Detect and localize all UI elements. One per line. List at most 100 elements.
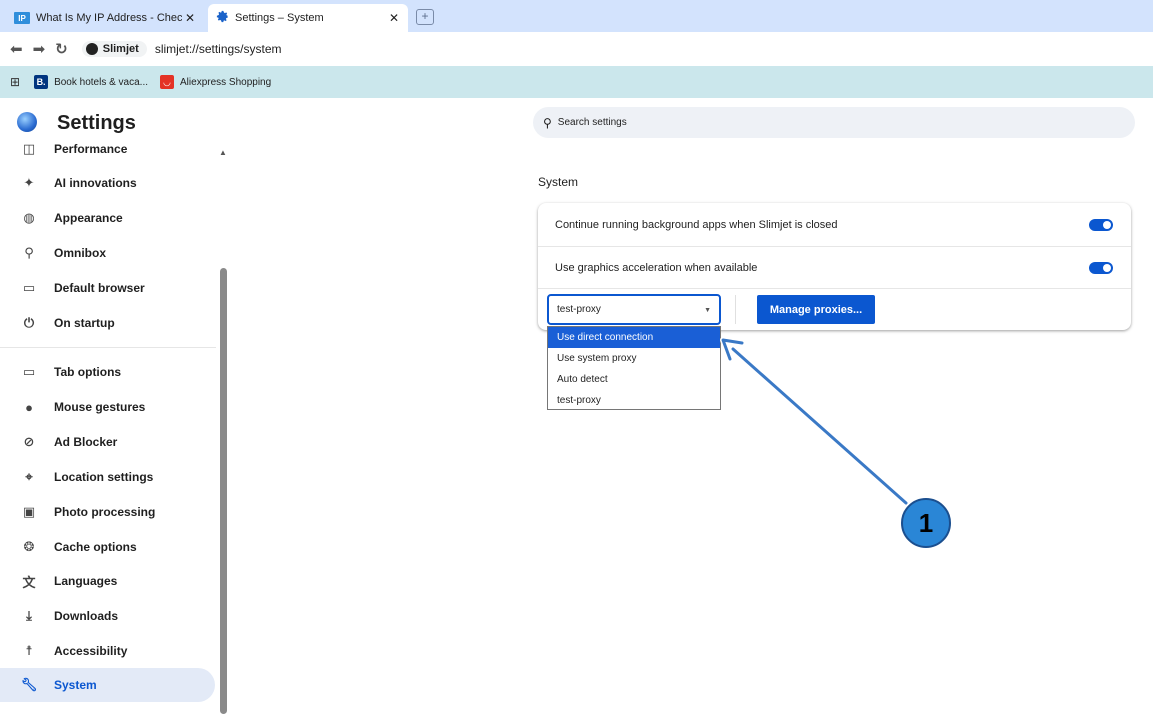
sidebar-item-label: Ad Blocker — [54, 435, 118, 449]
section-title: System — [538, 175, 579, 189]
sidebar-item-label: Location settings — [54, 470, 154, 484]
apps-grid-icon[interactable]: ⊞ — [10, 75, 20, 89]
power-icon: ⏻ — [23, 315, 35, 330]
sidebar-item-accessibility[interactable]: ☨ Accessibility — [0, 634, 215, 668]
forward-arrow-icon[interactable]: ➡ — [33, 40, 46, 58]
close-icon[interactable]: ✕ — [386, 11, 402, 25]
bookmark-label: Aliexpress Shopping — [180, 76, 272, 88]
close-icon[interactable]: ✕ — [182, 11, 198, 25]
palette-icon: ◍ — [23, 210, 35, 225]
browser-window-icon: ▭ — [22, 280, 36, 295]
bookmark-label: Book hotels & vaca... — [54, 76, 149, 88]
graphics-acceleration-row[interactable]: Use graphics acceleration when available — [538, 246, 1131, 289]
graphics-acceleration-toggle[interactable] — [1089, 261, 1113, 274]
bookmark-booking[interactable]: B. Book hotels & vaca... — [34, 75, 148, 89]
proxy-select-value: test-proxy — [557, 304, 601, 315]
sidebar-item-downloads[interactable]: ⤓ Downloads — [0, 599, 215, 633]
ip-favicon-icon: IP — [14, 12, 30, 24]
sidebar: ◫ Performance ✦ AI innovations ◍ Appeara… — [0, 140, 218, 714]
proxy-option-test-proxy[interactable]: test-proxy — [548, 390, 720, 411]
sidebar-item-omnibox[interactable]: ⚲ Omnibox — [0, 236, 215, 270]
tab-settings-system[interactable]: Settings – System ✕ — [208, 4, 408, 32]
sidebar-item-ad-blocker[interactable]: ⊘ Ad Blocker — [0, 425, 215, 459]
proxy-select[interactable]: test-proxy ▼ — [547, 294, 721, 325]
tab-icon: ▭ — [22, 364, 36, 379]
sidebar-item-appearance[interactable]: ◍ Appearance — [0, 201, 215, 235]
sidebar-divider — [0, 347, 216, 348]
wrench-icon: 🔧︎ — [20, 677, 38, 692]
mouse-icon: ● — [25, 399, 33, 415]
search-icon: ⚲ — [543, 115, 552, 130]
sidebar-item-languages[interactable]: 文 Languages — [0, 564, 215, 598]
row-divider — [538, 288, 1131, 289]
cookie-icon: ❂ — [23, 539, 35, 554]
graphics-acceleration-label: Use graphics acceleration when available — [555, 261, 758, 274]
chevron-down-icon: ▼ — [704, 307, 711, 314]
divider — [735, 295, 736, 324]
bookmarks-bar: ⊞ B. Book hotels & vaca... ◡ Aliexpress … — [0, 66, 1153, 98]
proxy-option-auto-detect[interactable]: Auto detect — [548, 369, 720, 390]
sparkle-icon: ✦ — [23, 175, 35, 190]
accessibility-icon: ☨ — [25, 643, 33, 658]
sidebar-item-label: Downloads — [54, 609, 119, 623]
booking-favicon-icon: B. — [34, 75, 49, 89]
sidebar-item-ai-innovations[interactable]: ✦ AI innovations — [0, 166, 215, 200]
sidebar-item-label: Default browser — [54, 281, 145, 295]
sidebar-item-performance[interactable]: ◫ Performance — [0, 140, 215, 166]
sidebar-item-cache-options[interactable]: ❂ Cache options — [0, 530, 215, 564]
sidebar-item-label: System — [54, 678, 97, 692]
sidebar-item-mouse-gestures[interactable]: ● Mouse gestures — [0, 390, 215, 424]
sidebar-item-location-settings[interactable]: ⌖ Location settings — [0, 460, 215, 494]
download-icon: ⤓ — [26, 608, 32, 623]
sidebar-item-on-startup[interactable]: ⏻ On startup — [0, 306, 215, 340]
sidebar-item-label: Tab options — [54, 365, 122, 379]
sidebar-item-label: Languages — [54, 574, 118, 588]
sidebar-item-label: Photo processing — [54, 505, 156, 519]
toggle-knob — [1103, 220, 1111, 229]
proxy-option-system[interactable]: Use system proxy — [548, 348, 720, 369]
proxy-option-direct[interactable]: Use direct connection — [548, 327, 720, 348]
photo-icon: ▣ — [22, 504, 36, 519]
sidebar-item-default-browser[interactable]: ▭ Default browser — [0, 271, 215, 305]
address-bar[interactable]: slimjet://settings/system — [155, 42, 282, 56]
search-icon: ⚲ — [24, 245, 34, 260]
sidebar-item-photo-processing[interactable]: ▣ Photo processing — [0, 495, 215, 529]
toolbar: ⬅ ➡ ↻ Slimjet slimjet://settings/system — [0, 32, 1153, 66]
search-input[interactable]: ⚲ Search settings — [533, 107, 1135, 138]
background-apps-row[interactable]: Continue running background apps when Sl… — [538, 203, 1131, 246]
bookmark-aliexpress[interactable]: ◡ Aliexpress Shopping — [160, 75, 271, 89]
tab-what-is-my-ip[interactable]: IP What Is My IP Address - Check ✕ — [6, 4, 204, 32]
tab-title: What Is My IP Address - Check — [36, 12, 182, 24]
reload-icon[interactable]: ↻ — [55, 40, 68, 58]
sidebar-item-label: Accessibility — [54, 644, 128, 658]
sidebar-scrollbar-thumb[interactable] — [220, 268, 227, 714]
new-tab-button[interactable]: + — [416, 9, 434, 25]
sidebar-item-tab-options[interactable]: ▭ Tab options — [0, 355, 215, 389]
search-placeholder: Search settings — [557, 117, 627, 128]
tab-title: Settings – System — [235, 12, 324, 24]
site-chip-label: Slimjet — [102, 43, 139, 55]
sidebar-item-label: On startup — [54, 316, 115, 330]
manage-proxies-button[interactable]: Manage proxies... — [757, 295, 875, 324]
sidebar-item-system[interactable]: 🔧︎ System — [0, 668, 215, 702]
annotation-badge: 1 — [901, 498, 951, 548]
site-identity-chip[interactable]: Slimjet — [81, 41, 147, 57]
ad-blocker-icon: ⊘ — [23, 434, 35, 449]
scroll-up-arrow-icon[interactable]: ▲ — [218, 148, 228, 157]
back-arrow-icon[interactable]: ⬅ — [10, 40, 23, 58]
settings-globe-icon — [17, 112, 37, 132]
background-apps-label: Continue running background apps when Sl… — [555, 218, 838, 231]
tab-strip: IP What Is My IP Address - Check ✕ Setti… — [0, 0, 1153, 32]
sidebar-item-label: Mouse gestures — [54, 400, 146, 414]
sidebar-item-label: AI innovations — [54, 176, 137, 190]
translate-icon: 文 — [22, 574, 36, 590]
location-pin-icon: ⌖ — [25, 469, 33, 484]
sidebar-item-label: Appearance — [54, 211, 123, 225]
sidebar-item-label: Cache options — [54, 540, 137, 554]
aliexpress-favicon-icon: ◡ — [160, 75, 175, 89]
sidebar-item-label: Omnibox — [54, 246, 107, 260]
gear-icon — [216, 10, 229, 26]
sidebar-item-label: Performance — [54, 142, 128, 156]
background-apps-toggle[interactable] — [1089, 218, 1113, 231]
proxy-dropdown-list: Use direct connection Use system proxy A… — [547, 326, 721, 410]
